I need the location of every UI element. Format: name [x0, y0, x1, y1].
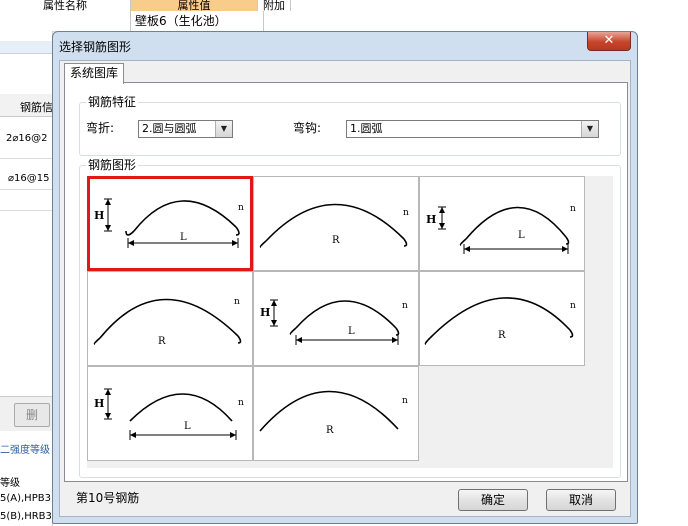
- shape-label: L: [180, 232, 187, 243]
- shape-label: n: [402, 301, 408, 311]
- status-label: 第10号钢筋: [76, 491, 140, 505]
- delete-button[interactable]: 删: [14, 403, 50, 427]
- right-panel: [640, 31, 688, 526]
- shape-gallery: H L n R n H L n R n H L n R n H L n R n: [87, 176, 613, 468]
- rebar-shape-drawing: R n: [259, 203, 409, 248]
- rebar-shape-drawing: H L n: [426, 204, 576, 254]
- table-cell[interactable]: 2⌀16@2: [6, 133, 47, 144]
- cancel-button[interactable]: 取消: [546, 489, 616, 511]
- shape-label: R: [158, 336, 166, 347]
- shape-label: n: [402, 396, 408, 406]
- rebar-shape-drawing: H L n: [260, 299, 408, 345]
- shape-label: n: [238, 203, 244, 213]
- chevron-down-icon[interactable]: ▼: [215, 121, 232, 137]
- close-icon: ✕: [603, 33, 615, 48]
- shape-label: L: [518, 230, 525, 241]
- attribute-value-cell[interactable]: 壁板6（生化池）: [130, 11, 264, 31]
- shape-cell[interactable]: R n: [419, 271, 585, 366]
- rebar-shape-drawing: R n: [93, 297, 242, 347]
- close-button[interactable]: ✕: [587, 32, 631, 51]
- shape-label: L: [348, 326, 355, 337]
- header-attribute-name: 属性名称: [0, 0, 131, 11]
- shape-cell[interactable]: H L n: [87, 176, 253, 271]
- shape-label: n: [570, 301, 576, 311]
- row-divider: [0, 189, 52, 190]
- rebar-shapes-group: 钢筋图形 H L n R n H L n R n H L n R n H L n…: [79, 158, 621, 478]
- select-rebar-shape-dialog: 选择钢筋图形 ✕ 系统图库 钢筋特征 弯折: 2.圆与圆弧 ▼ 弯钩: 1.圆弧…: [52, 31, 638, 524]
- shape-cell[interactable]: R n: [253, 366, 419, 461]
- table-row[interactable]: 壁板6（生化池）: [0, 11, 290, 32]
- shape-cell[interactable]: R n: [253, 176, 419, 271]
- left-toolbar: [0, 41, 52, 54]
- left-table-header: 钢筋信: [0, 94, 52, 117]
- bend-label: 弯折:: [86, 121, 115, 135]
- steel-grade-a: 5(A),HPB3: [0, 493, 51, 504]
- steel-grade-b: 5(B),HRB3: [0, 511, 52, 522]
- shape-cell[interactable]: H L n: [253, 271, 419, 366]
- group-label-features: 钢筋特征: [86, 95, 139, 109]
- rebar-shape-drawing: H L n: [94, 388, 244, 440]
- header-attribute-value: 属性值: [131, 0, 258, 11]
- shape-label: R: [326, 425, 334, 436]
- bend-select[interactable]: 2.圆与圆弧 ▼: [138, 120, 233, 138]
- chevron-down-icon[interactable]: ▼: [581, 121, 598, 137]
- hook-label: 弯钩:: [293, 121, 322, 135]
- rebar-shape-drawing: R n: [424, 297, 576, 345]
- shape-label: H: [94, 397, 104, 410]
- shape-label: n: [238, 398, 244, 408]
- header-extra: 附加: [258, 0, 291, 11]
- shape-label: H: [260, 306, 270, 319]
- dialog-client-area: 系统图库 钢筋特征 弯折: 2.圆与圆弧 ▼ 弯钩: 1.圆弧 ▼ 钢筋图形 H…: [59, 60, 631, 517]
- hook-select[interactable]: 1.圆弧 ▼: [346, 120, 599, 138]
- rebar-shape-drawing: H L n: [94, 198, 244, 248]
- shape-label: R: [498, 330, 506, 341]
- tab-system-library[interactable]: 系统图库: [64, 63, 125, 84]
- shape-cell[interactable]: H L n: [87, 366, 253, 461]
- group-label-shapes: 钢筋图形: [86, 158, 139, 172]
- shape-label: R: [332, 235, 340, 246]
- shape-label: L: [184, 421, 191, 432]
- shape-label: n: [234, 297, 240, 307]
- tab-panel: 钢筋特征 弯折: 2.圆与圆弧 ▼ 弯钩: 1.圆弧 ▼ 钢筋图形 H L n …: [64, 82, 628, 482]
- left-button-bar: 删: [0, 396, 52, 431]
- rebar-shape-drawing: R n: [259, 390, 408, 436]
- column-header: 钢筋信: [20, 101, 53, 114]
- left-panel: 钢筋信 2⌀16@2 ⌀16@15 删 二强度等级 等级 5(A),HPB3 5…: [0, 31, 53, 526]
- hook-select-value: 1.圆弧: [350, 122, 383, 135]
- rebar-features-group: 钢筋特征 弯折: 2.圆与圆弧 ▼ 弯钩: 1.圆弧 ▼: [79, 95, 621, 156]
- concrete-grade-link[interactable]: 二强度等级: [0, 441, 50, 456]
- table-cell[interactable]: ⌀16@15: [8, 173, 49, 184]
- ok-button[interactable]: 确定: [458, 489, 528, 511]
- shape-label: H: [426, 213, 436, 226]
- grade-label: 等级: [0, 478, 20, 489]
- shape-label: n: [570, 204, 576, 214]
- shape-cell[interactable]: R n: [87, 271, 253, 366]
- shape-label: n: [403, 208, 409, 218]
- row-divider: [0, 158, 52, 159]
- row-divider: [0, 210, 52, 211]
- shape-label: H: [94, 209, 104, 222]
- bend-select-value: 2.圆与圆弧: [142, 122, 197, 135]
- shape-cell[interactable]: H L n: [419, 176, 585, 271]
- dialog-title: 选择钢筋图形: [59, 40, 132, 54]
